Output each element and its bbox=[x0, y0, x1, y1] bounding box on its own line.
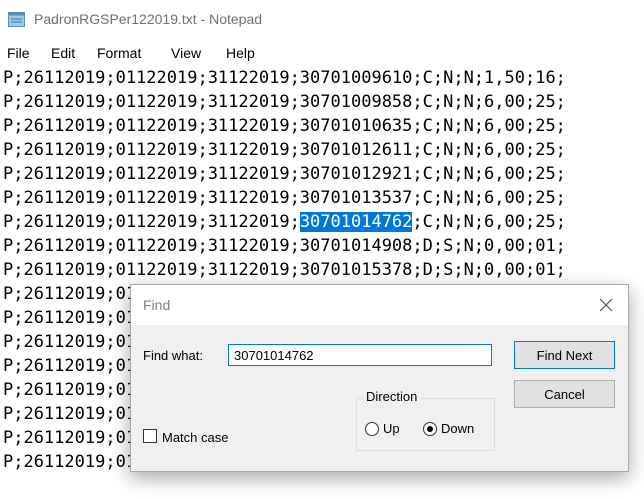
text-line: P;26112019;01122019;31122019;30701012921… bbox=[3, 164, 566, 184]
menu-format[interactable]: Format bbox=[97, 45, 141, 61]
find-what-input[interactable] bbox=[228, 344, 492, 366]
window-titlebar[interactable]: PadronRGSPer122019.txt - Notepad bbox=[0, 0, 644, 38]
direction-up-label[interactable]: Up bbox=[383, 421, 400, 436]
find-what-label: Find what: bbox=[143, 348, 203, 363]
text-line: P;26112019;01122019;31122019;30701013537… bbox=[3, 188, 566, 208]
selected-text: 30701014762 bbox=[299, 212, 413, 232]
text-line: P;26112019;01122019;31122019;30701014908… bbox=[3, 236, 566, 256]
text-line: P;26112019;01122019;31122019;30701012611… bbox=[3, 140, 566, 160]
line-prefix: P;26112019;01122019;31122019; bbox=[3, 212, 300, 232]
direction-label: Direction bbox=[363, 389, 421, 404]
notepad-icon bbox=[8, 12, 25, 27]
menu-file[interactable]: File bbox=[7, 45, 30, 61]
cancel-button[interactable]: Cancel bbox=[514, 380, 615, 408]
menu-bar: File Edit Format View Help bbox=[0, 38, 644, 66]
find-dialog-title: Find bbox=[143, 297, 171, 313]
text-line: P;26112019;01122019;31122019;30701009858… bbox=[3, 92, 566, 112]
window-title: PadronRGSPer122019.txt - Notepad bbox=[34, 11, 263, 27]
find-next-button[interactable]: Find Next bbox=[514, 341, 615, 369]
match-case-label[interactable]: Match case bbox=[162, 430, 228, 445]
close-icon[interactable] bbox=[594, 293, 618, 317]
menu-view[interactable]: View bbox=[171, 45, 201, 61]
text-line: P;26112019;01122019;31122019;30701015378… bbox=[3, 260, 566, 280]
line-suffix: ;C;N;N;6,00;25; bbox=[412, 212, 566, 232]
direction-down-label[interactable]: Down bbox=[441, 421, 474, 436]
menu-help[interactable]: Help bbox=[226, 45, 255, 61]
menu-edit[interactable]: Edit bbox=[51, 45, 75, 61]
find-dialog: Find Find what: Find Next Cancel Directi… bbox=[130, 284, 629, 472]
match-case-checkbox[interactable] bbox=[143, 429, 157, 443]
text-line: P;26112019;01122019;31122019;30701010635… bbox=[3, 116, 566, 136]
direction-up-radio[interactable] bbox=[365, 422, 379, 436]
text-line-selected: P;26112019;01122019;31122019;30701014762… bbox=[3, 210, 566, 234]
find-dialog-titlebar[interactable]: Find bbox=[131, 285, 628, 325]
direction-down-radio[interactable] bbox=[423, 422, 437, 436]
text-line: P;26112019;01122019;31122019;30701009610… bbox=[3, 68, 566, 88]
